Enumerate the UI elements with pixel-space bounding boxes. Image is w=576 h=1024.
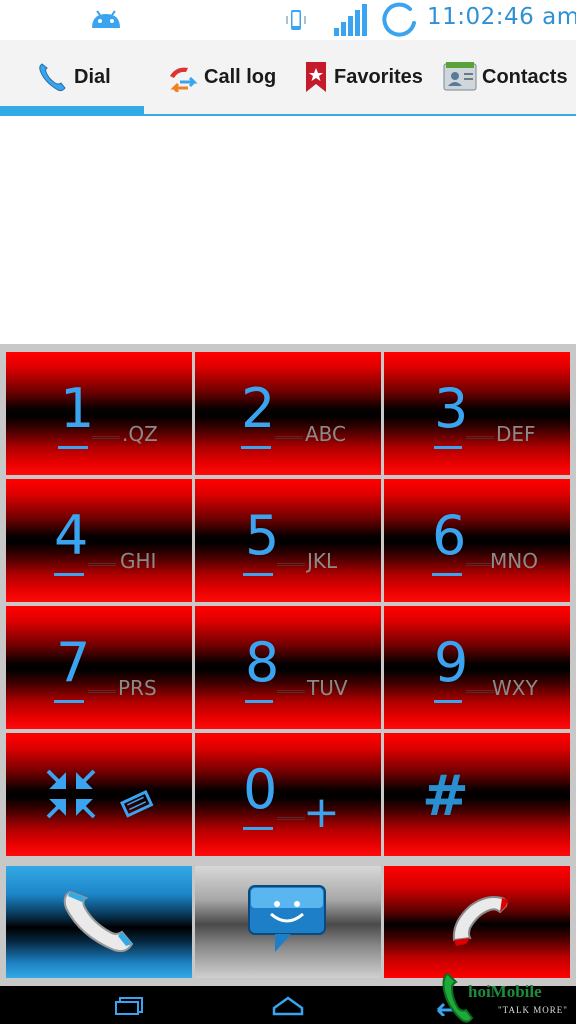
dial-number-display[interactable] bbox=[0, 116, 576, 344]
key-divider bbox=[88, 563, 116, 566]
digit-underline bbox=[434, 700, 462, 703]
tab-call-log[interactable]: Call log bbox=[166, 40, 276, 114]
signal-icon bbox=[334, 4, 367, 36]
tab-label: Call log bbox=[204, 65, 277, 88]
tab-contacts[interactable]: Contacts bbox=[442, 40, 568, 114]
key-digit: 0 bbox=[243, 758, 278, 821]
key-divider bbox=[92, 436, 120, 439]
key-divider bbox=[88, 690, 116, 693]
key-divider bbox=[275, 436, 303, 439]
key-digit: 2 bbox=[241, 377, 276, 440]
key-divider bbox=[466, 436, 494, 439]
key-6[interactable]: 6 MNO bbox=[384, 479, 570, 602]
tab-dial[interactable]: Dial bbox=[36, 40, 111, 114]
tab-label: Contacts bbox=[482, 65, 568, 88]
key-digit: 3 bbox=[434, 377, 469, 440]
digit-underline bbox=[243, 573, 273, 576]
digit-underline bbox=[241, 446, 271, 449]
hangup-button[interactable] bbox=[384, 866, 570, 978]
digit-underline bbox=[245, 700, 273, 703]
key-letters: GHI bbox=[120, 549, 157, 573]
digit-underline bbox=[432, 573, 462, 576]
tab-bar: Dial Call log Favorites Contacts bbox=[0, 40, 576, 116]
status-time: 11:02:46 am bbox=[427, 4, 576, 30]
key-0[interactable]: 0 + bbox=[195, 733, 381, 856]
key-digit: 4 bbox=[54, 504, 89, 567]
key-digit: 7 bbox=[56, 631, 91, 694]
status-bar: 11:02:46 am bbox=[0, 0, 576, 40]
tab-favorites[interactable]: Favorites bbox=[302, 40, 423, 114]
phone-handset-icon bbox=[63, 890, 134, 953]
watermark-tagline: "TALK MORE" bbox=[498, 1005, 568, 1015]
phone-icon bbox=[39, 63, 66, 92]
key-letters: JKL bbox=[307, 549, 338, 573]
key-letters: TUV bbox=[307, 676, 348, 700]
message-button[interactable] bbox=[195, 866, 381, 978]
key-9[interactable]: 9 WXY bbox=[384, 606, 570, 729]
sync-icon bbox=[382, 2, 416, 37]
key-divider bbox=[277, 690, 305, 693]
key-digit: # bbox=[422, 764, 469, 829]
key-divider bbox=[466, 690, 494, 693]
tab-label: Favorites bbox=[334, 65, 423, 88]
key-2[interactable]: 2 ABC bbox=[195, 352, 381, 475]
dialpad: 1 .QZ 2 ABC 3 DEF 4 GHI 5 JKL 6 MNO 7 PR… bbox=[0, 344, 576, 986]
key-letters: ABC bbox=[305, 422, 347, 446]
digit-underline bbox=[54, 573, 84, 576]
star-collapse-icon bbox=[46, 769, 154, 819]
key-8[interactable]: 8 TUV bbox=[195, 606, 381, 729]
key-5[interactable]: 5 JKL bbox=[195, 479, 381, 602]
recent-apps-icon[interactable] bbox=[114, 996, 144, 1016]
key-letters: MNO bbox=[490, 549, 538, 573]
key-digit: 9 bbox=[434, 631, 469, 694]
key-hash[interactable]: # bbox=[384, 733, 570, 856]
key-digit: 5 bbox=[245, 504, 280, 567]
home-icon[interactable] bbox=[272, 994, 304, 1018]
key-divider bbox=[277, 563, 305, 566]
end-call-icon bbox=[452, 896, 508, 946]
key-1[interactable]: 1 .QZ bbox=[6, 352, 192, 475]
contact-card-icon bbox=[443, 62, 477, 91]
call-button[interactable] bbox=[6, 866, 192, 978]
digit-underline bbox=[58, 446, 88, 449]
digit-underline bbox=[434, 446, 462, 449]
digit-underline bbox=[243, 827, 273, 830]
key-letters: .QZ bbox=[122, 422, 158, 446]
android-icon bbox=[92, 10, 120, 28]
key-divider bbox=[277, 817, 305, 820]
digit-underline bbox=[54, 700, 84, 703]
key-letters: PRS bbox=[118, 676, 157, 700]
sms-smiley-icon bbox=[248, 885, 326, 952]
key-digit: 1 bbox=[60, 377, 95, 440]
key-7[interactable]: 7 PRS bbox=[6, 606, 192, 729]
key-digit: 8 bbox=[245, 631, 280, 694]
bookmark-star-icon bbox=[306, 62, 326, 92]
key-star[interactable] bbox=[6, 733, 192, 856]
tab-label: Dial bbox=[74, 65, 111, 88]
key-letters: DEF bbox=[496, 422, 536, 446]
phone-vibrate-icon bbox=[286, 10, 306, 30]
selected-tab-indicator bbox=[0, 106, 144, 114]
watermark-text: hoiMobile bbox=[468, 982, 542, 1001]
key-digit: 6 bbox=[432, 504, 467, 567]
call-log-icon bbox=[170, 67, 198, 92]
key-4[interactable]: 4 GHI bbox=[6, 479, 192, 602]
key-letters: WXY bbox=[492, 676, 538, 700]
key-letters: + bbox=[303, 787, 340, 838]
key-3[interactable]: 3 DEF bbox=[384, 352, 570, 475]
